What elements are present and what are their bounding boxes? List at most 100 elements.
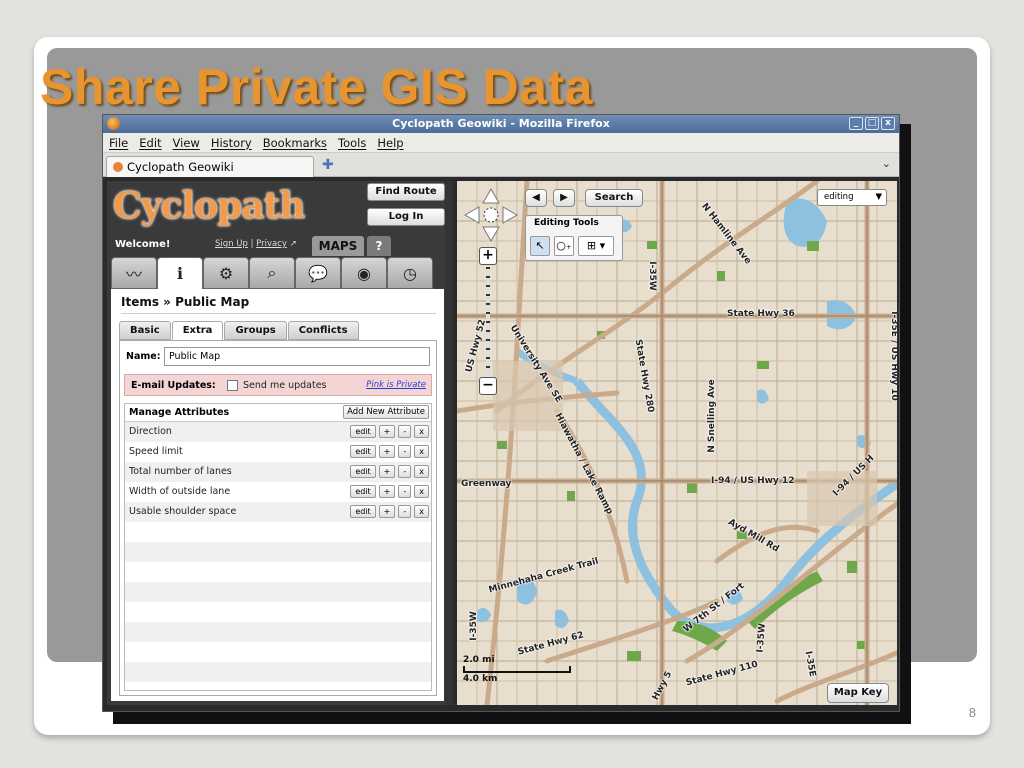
editing-dropdown[interactable]: editing ▼ — [817, 189, 887, 206]
privacy-link[interactable]: Privacy — [256, 239, 287, 249]
new-tab-icon[interactable]: ✚ — [322, 157, 334, 173]
search-button[interactable]: Search — [585, 189, 643, 207]
edit-button[interactable]: edit — [350, 445, 376, 458]
add-button[interactable]: + — [378, 445, 396, 458]
browser-window: Cyclopath Geowiki - Mozilla Firefox _ □ … — [102, 114, 900, 712]
name-label: Name: — [126, 351, 161, 362]
welcome-text: Welcome! — [115, 239, 171, 250]
search-icon[interactable]: ⌕ — [249, 257, 295, 289]
breadcrumb: Items » Public Map — [121, 295, 250, 309]
window-titlebar[interactable]: Cyclopath Geowiki - Mozilla Firefox _ □ … — [103, 115, 899, 133]
delete-button[interactable]: x — [414, 505, 429, 518]
edit-button[interactable]: edit — [350, 465, 376, 478]
add-button[interactable]: + — [378, 465, 396, 478]
tab-basic[interactable]: Basic — [119, 321, 171, 340]
maps-tab[interactable]: MAPS — [312, 236, 364, 256]
sign-up-link[interactable]: Sign Up — [215, 239, 248, 249]
attributes-title: Manage Attributes — [129, 407, 230, 418]
minimize-button[interactable]: _ — [849, 117, 863, 130]
help-tab[interactable]: ? — [367, 236, 391, 256]
pink-is-private-link[interactable]: Pink is Private — [366, 380, 426, 390]
menu-file[interactable]: File — [109, 136, 128, 150]
tab-conflicts[interactable]: Conflicts — [287, 321, 359, 340]
delete-button[interactable]: x — [414, 445, 429, 458]
tab-extra[interactable]: Extra — [171, 321, 224, 340]
remove-button[interactable]: - — [398, 505, 412, 518]
add-region-tool-icon[interactable]: ⊞ ▾ — [578, 236, 614, 256]
delete-button[interactable]: x — [414, 425, 429, 438]
tab-groups[interactable]: Groups — [224, 321, 287, 340]
log-in-button[interactable]: Log In — [367, 208, 445, 226]
road-label: I-35E / US Hwy 10 — [888, 311, 897, 401]
chevron-down-icon: ▾ — [599, 239, 606, 252]
menu-edit[interactable]: Edit — [139, 136, 161, 150]
zoom-in-button[interactable]: + — [479, 247, 497, 265]
close-button[interactable]: x — [881, 117, 895, 130]
firefox-icon — [107, 117, 120, 130]
edit-button[interactable]: edit — [350, 425, 376, 438]
add-button[interactable]: + — [378, 485, 396, 498]
name-field[interactable]: Public Map — [164, 347, 430, 366]
empty-row — [125, 642, 431, 662]
attribute-name: Width of outside lane — [129, 486, 231, 497]
remove-button[interactable]: - — [398, 445, 412, 458]
remove-button[interactable]: - — [398, 465, 412, 478]
remove-button[interactable]: - — [398, 485, 412, 498]
pan-control[interactable] — [463, 187, 519, 243]
find-route-button[interactable]: Find Route — [367, 183, 445, 201]
window-title: Cyclopath Geowiki - Mozilla Firefox — [392, 117, 610, 130]
empty-row — [125, 662, 431, 682]
attribute-actions: edit + - x — [350, 425, 429, 438]
editing-tools-title: Editing Tools — [534, 218, 599, 228]
sub-tabs: Basic Extra Groups Conflicts — [119, 321, 359, 340]
map-view[interactable]: ◀ ▶ Search Editing Tools ↖ ○₊ ⊞ ▾ editin… — [453, 181, 897, 705]
info-icon[interactable]: ℹ — [157, 257, 203, 289]
page-number: 8 — [968, 705, 976, 720]
attributes-header: Manage Attributes Add New Attribute — [125, 404, 431, 422]
attribute-name: Total number of lanes — [129, 466, 232, 477]
window-controls: _ □ x — [849, 117, 895, 130]
add-button[interactable]: + — [378, 505, 396, 518]
back-button[interactable]: ◀ — [525, 189, 547, 207]
attribute-name: Speed limit — [129, 446, 183, 457]
history-icon[interactable]: ◷ — [387, 257, 433, 289]
region-glyph: ⊞ — [586, 239, 597, 252]
menu-bookmarks[interactable]: Bookmarks — [263, 136, 327, 150]
tab-bar: Cyclopath Geowiki ✚ ⌄ — [103, 153, 899, 177]
menu-help[interactable]: Help — [377, 136, 403, 150]
discussions-icon[interactable]: 💬 — [295, 257, 341, 289]
add-point-tool-icon[interactable]: ○₊ — [554, 236, 574, 256]
attribute-row: Total number of lanes edit + - x — [125, 462, 431, 482]
attribute-actions: edit + - x — [350, 505, 429, 518]
send-updates-checkbox[interactable] — [227, 380, 238, 391]
details-panel: Items » Public Map Basic Extra Groups Co… — [111, 289, 444, 701]
browser-tab-label: Cyclopath Geowiki — [127, 159, 234, 174]
add-button[interactable]: + — [378, 425, 396, 438]
pan-arrows-icon — [463, 187, 519, 243]
select-tool-icon[interactable]: ↖ — [530, 236, 550, 256]
map-key-button[interactable]: Map Key — [827, 683, 889, 703]
routes-icon[interactable]: 〰 — [111, 257, 157, 289]
menu-tools[interactable]: Tools — [338, 136, 366, 150]
remove-button[interactable]: - — [398, 425, 412, 438]
browser-tab[interactable]: Cyclopath Geowiki — [106, 156, 314, 177]
attribute-row: Width of outside lane edit + - x — [125, 482, 431, 502]
menu-view[interactable]: View — [173, 136, 200, 150]
maximize-button[interactable]: □ — [865, 117, 879, 130]
edit-button[interactable]: edit — [350, 485, 376, 498]
extra-panel: Name: Public Map E-mail Updates: Send me… — [119, 340, 437, 696]
add-attribute-button[interactable]: Add New Attribute — [343, 405, 429, 419]
forward-button[interactable]: ▶ — [553, 189, 575, 207]
menu-history[interactable]: History — [211, 136, 252, 150]
view-icon[interactable]: ◉ — [341, 257, 387, 289]
attribute-actions: edit + - x — [350, 445, 429, 458]
edit-button[interactable]: edit — [350, 505, 376, 518]
link-separator: | — [250, 239, 254, 249]
delete-button[interactable]: x — [414, 485, 429, 498]
delete-button[interactable]: x — [414, 465, 429, 478]
attribute-row: Direction edit + - x — [125, 422, 431, 442]
zoom-out-button[interactable]: − — [479, 377, 497, 395]
settings-icon[interactable]: ⚙ — [203, 257, 249, 289]
scale-line — [463, 666, 571, 673]
tab-list-icon[interactable]: ⌄ — [882, 157, 891, 170]
